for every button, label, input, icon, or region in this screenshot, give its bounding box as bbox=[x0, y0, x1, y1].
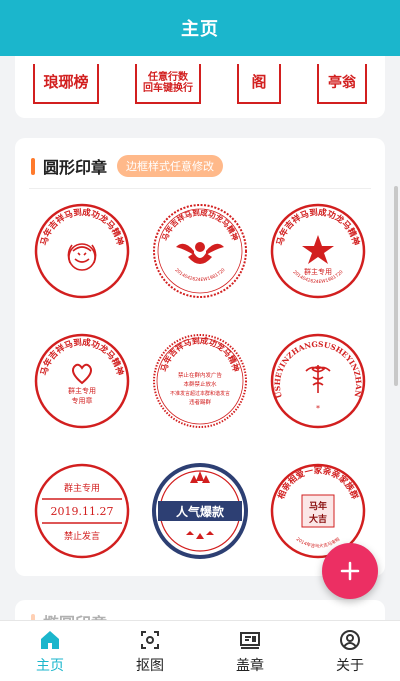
stamp-banner-text: 人气爆款 bbox=[176, 504, 225, 519]
add-button[interactable] bbox=[322, 543, 378, 599]
stamp-text-line1: 任意行数 bbox=[148, 71, 188, 83]
round-stamp-lion[interactable]: 马年吉祥马到成功龙马精神 bbox=[23, 194, 141, 308]
svg-text:马年吉祥马到成功龙马精神: 马年吉祥马到成功龙马精神 bbox=[160, 207, 241, 242]
round-stamp-grid: 马年吉祥马到成功龙马精神 马年吉祥马到成功龙马精神 2014042624EW19… bbox=[15, 194, 385, 568]
cupid-icon bbox=[176, 242, 224, 264]
nav-label: 抠图 bbox=[136, 657, 164, 674]
date-stamp-graphic: 群主专用 2019.11.27 禁止发言 bbox=[34, 463, 130, 559]
lion-stamp-graphic: 马年吉祥马到成功龙马精神 bbox=[34, 203, 130, 299]
popular-stamp-graphic: 人气爆款 bbox=[152, 463, 248, 559]
star-icon bbox=[302, 235, 334, 264]
round-stamp-heart[interactable]: 马年吉祥马到成功龙马精神 群主专用 专用章 bbox=[23, 324, 141, 438]
stamp-text: 琅琊榜 bbox=[43, 73, 89, 92]
stamp-rule-line: 违者踢群 bbox=[189, 398, 212, 406]
stamp-rule-line: 不准发言超过本群和谐发言 bbox=[170, 390, 230, 397]
stamp-date-text: 2019.11.27 bbox=[51, 505, 114, 518]
nav-home[interactable]: 主页 bbox=[0, 621, 100, 681]
rules-stamp-graphic: 马年吉祥马到成功龙马精神 禁止在群内发广告 本群禁止放水 不准发言超过本群和谐发… bbox=[153, 334, 247, 428]
round-stamp-rules[interactable]: 马年吉祥马到成功龙马精神 禁止在群内发广告 本群禁止放水 不准发言超过本群和谐发… bbox=[141, 324, 259, 438]
section-tag: 边框样式任意修改 bbox=[117, 155, 224, 177]
oval-stamps-card: 椭圆印章 bbox=[15, 600, 385, 620]
svg-text:2014042624EW1981720: 2014042624EW1981720 bbox=[174, 267, 227, 283]
stamp-arc-text: 马年吉祥马到成功龙马精神 bbox=[158, 335, 241, 372]
round-stamp-popular[interactable]: 人气爆款 bbox=[141, 454, 259, 568]
round-stamps-card: 圆形印章 边框样式任意修改 马年吉祥马到成功龙马精神 马年吉祥马到成功龙马精神 … bbox=[15, 138, 385, 576]
round-stamp-star[interactable]: 马年吉祥马到成功龙马精神 群主专用 2014042624EW1981720 bbox=[259, 194, 377, 308]
svg-text:马年吉祥马到成功龙马精神: 马年吉祥马到成功龙马精神 bbox=[39, 207, 125, 247]
content-scroll[interactable]: 琅琊榜 任意行数 回车键换行 阁 亭翁 圆形印章 边框样式任意修改 马年吉祥马到… bbox=[0, 56, 400, 620]
stamp-bottom-text: 禁止发言 bbox=[64, 530, 100, 542]
stamp-arc-text: 马年吉祥马到成功龙马精神 bbox=[160, 207, 241, 242]
nav-stamp[interactable]: 盖章 bbox=[200, 621, 300, 681]
svg-text:马年吉祥马到成功龙马精神: 马年吉祥马到成功龙马精神 bbox=[158, 335, 241, 372]
stamp-rule-line: 禁止在群内发广告 bbox=[178, 371, 223, 379]
section-accent-bar bbox=[31, 157, 35, 175]
square-stamp-langya[interactable]: 琅琊榜 bbox=[33, 64, 99, 104]
square-stamp-ge[interactable]: 阁 bbox=[237, 64, 281, 104]
plus-icon bbox=[340, 561, 360, 581]
round-stamp-date[interactable]: 群主专用 2019.11.27 禁止发言 bbox=[23, 454, 141, 568]
crop-icon bbox=[141, 630, 159, 649]
nav-label: 主页 bbox=[36, 657, 64, 674]
square-stamp-tingweng[interactable]: 亭翁 bbox=[317, 64, 367, 104]
stamp-top-text: 群主专用 bbox=[64, 482, 100, 494]
caduceus-icon bbox=[305, 365, 331, 393]
bottom-navigation: 主页 抠图 盖章 关于 bbox=[0, 620, 400, 681]
round-stamp-medical[interactable]: SUSHEYINZHANGSUSHEYINZHANG * bbox=[259, 324, 377, 438]
stamp-rule-line: 本群禁止放水 bbox=[183, 380, 217, 388]
nav-label: 关于 bbox=[336, 657, 364, 674]
page-title: 主页 bbox=[181, 19, 219, 40]
lion-icon bbox=[67, 243, 97, 271]
section-title: 椭圆印章 bbox=[43, 610, 107, 620]
cupid-stamp-graphic: 马年吉祥马到成功龙马精神 2014042624EW1981720 bbox=[153, 204, 247, 298]
round-stamp-cupid[interactable]: 马年吉祥马到成功龙马精神 2014042624EW1981720 bbox=[141, 194, 259, 308]
heart-stamp-graphic: 马年吉祥马到成功龙马精神 群主专用 专用章 bbox=[34, 333, 130, 429]
app-bar: 主页 bbox=[0, 0, 400, 56]
stamp-center-text: 群主专用 bbox=[68, 386, 96, 395]
scrollbar-thumb[interactable] bbox=[394, 186, 398, 386]
section-title: 圆形印章 bbox=[43, 158, 108, 177]
divider bbox=[29, 188, 371, 189]
nav-about[interactable]: 关于 bbox=[300, 621, 400, 681]
square-stamp-multiline[interactable]: 任意行数 回车键换行 bbox=[135, 64, 201, 104]
stamp-bottom-text: 2014042624EW1981720 bbox=[174, 267, 227, 283]
stamp-arc-text: 马年吉祥马到成功龙马精神 bbox=[39, 207, 125, 247]
svg-text:马年吉祥马到成功龙马精神: 马年吉祥马到成功龙马精神 bbox=[39, 337, 125, 377]
medical-stamp-graphic: SUSHEYINZHANGSUSHEYINZHANG * bbox=[268, 331, 366, 429]
square-stamps-card: 琅琊榜 任意行数 回车键换行 阁 亭翁 bbox=[15, 56, 385, 118]
stamp-center-line: 马年 bbox=[309, 500, 327, 512]
svg-text:SUSHEYINZHANGSUSHEYINZHANG: SUSHEYINZHANGSUSHEYINZHANG bbox=[268, 331, 363, 399]
home-icon bbox=[41, 630, 59, 649]
stamp-center-text: 专用章 bbox=[72, 396, 93, 405]
star-stamp-graphic: 马年吉祥马到成功龙马精神 群主专用 2014042624EW1981720 bbox=[270, 203, 366, 299]
stamp-center-line: 大吉 bbox=[309, 513, 327, 525]
heart-icon bbox=[72, 363, 92, 385]
user-circle-icon bbox=[340, 629, 360, 650]
stamp-board-icon bbox=[240, 631, 260, 649]
section-header: 圆形印章 边框样式任意修改 bbox=[15, 138, 385, 182]
nav-crop[interactable]: 抠图 bbox=[100, 621, 200, 681]
stamp-arc-text: SUSHEYINZHANGSUSHEYINZHANG bbox=[268, 331, 363, 399]
stamp-text: 亭翁 bbox=[328, 74, 356, 91]
stamp-arc-text: 马年吉祥马到成功龙马精神 bbox=[39, 337, 125, 377]
section-header: 椭圆印章 bbox=[15, 600, 385, 620]
stamp-text-line2: 回车键换行 bbox=[143, 83, 193, 94]
svg-text:*: * bbox=[316, 404, 320, 413]
stamp-center-text: 群主专用 bbox=[304, 267, 332, 276]
nav-label: 盖章 bbox=[236, 657, 264, 674]
stamp-text: 阁 bbox=[251, 73, 267, 92]
crown-icon bbox=[190, 471, 210, 483]
